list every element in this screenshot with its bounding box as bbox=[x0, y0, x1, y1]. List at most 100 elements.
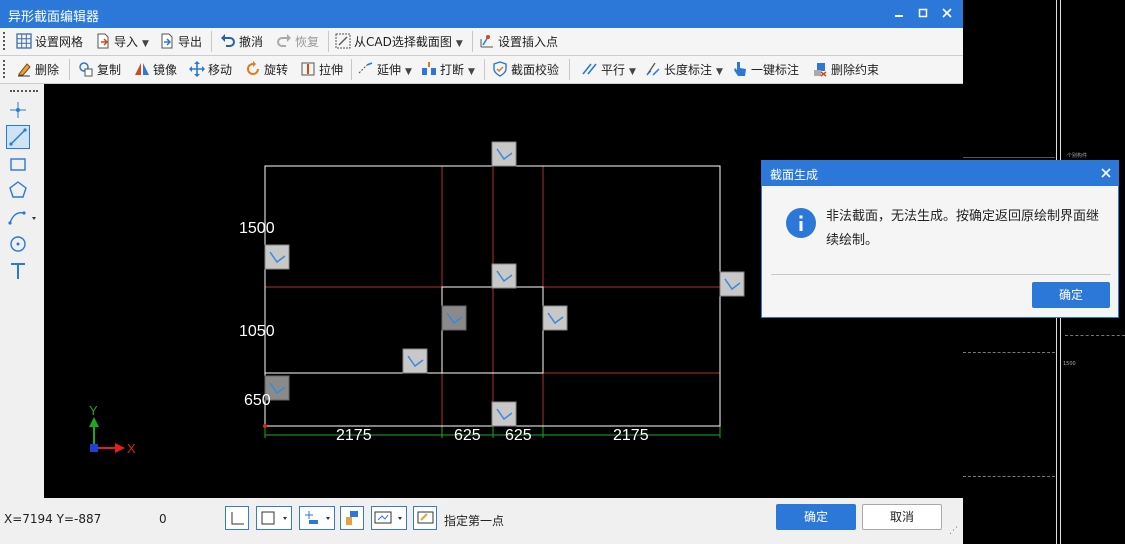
mirror-button[interactable]: 镜像 bbox=[134, 60, 177, 80]
shield-check-icon bbox=[493, 61, 507, 77]
toolbar-separator bbox=[569, 59, 570, 80]
constraint-marker-icon bbox=[719, 271, 745, 297]
line-icon bbox=[9, 128, 27, 146]
delete-button[interactable]: 删除 bbox=[16, 60, 59, 80]
display-dropdown[interactable] bbox=[371, 506, 407, 530]
set-insert-point-button[interactable]: 设置插入点 bbox=[479, 32, 558, 52]
rectangle-tool[interactable] bbox=[6, 152, 30, 176]
section-check-button[interactable]: 截面校验 bbox=[492, 60, 559, 80]
undo-button[interactable]: 撤消 bbox=[220, 32, 263, 52]
ok-button[interactable]: 确定 bbox=[776, 504, 856, 530]
section-generate-dialog: 截面生成 非法截面，无法生成。按确定返回原绘制界面继续绘制。 确定 bbox=[761, 160, 1119, 318]
redo-button[interactable]: 恢复 bbox=[276, 32, 319, 52]
panel-grip[interactable] bbox=[10, 90, 38, 93]
import-dropdown-caret[interactable]: ▼ bbox=[142, 39, 149, 49]
cad-dropdown-caret[interactable]: ▼ bbox=[456, 39, 463, 49]
break-button[interactable]: 打断 ▼ bbox=[421, 60, 475, 80]
text-tool[interactable] bbox=[6, 259, 30, 283]
coords-readout: X=7194 Y=-887 bbox=[4, 512, 102, 526]
parallel-dropdown-caret[interactable]: ▼ bbox=[629, 67, 636, 77]
title-bar: 异形截面编辑器 bbox=[0, 0, 963, 28]
dialog-title-bar: 截面生成 bbox=[762, 161, 1118, 186]
delete-constraint-button[interactable]: 删除约束 bbox=[812, 60, 879, 80]
axis-x-label: X bbox=[127, 441, 136, 456]
rotate-icon bbox=[247, 61, 259, 75]
parallel-icon bbox=[582, 63, 597, 75]
polygon-tool[interactable] bbox=[6, 178, 30, 202]
command-prompt: 指定第一点 bbox=[444, 514, 505, 528]
ortho-toggle[interactable] bbox=[225, 506, 249, 530]
line-tool[interactable] bbox=[6, 125, 30, 149]
text-icon bbox=[11, 263, 25, 279]
break-dropdown-caret[interactable]: ▼ bbox=[468, 67, 475, 77]
copy-button[interactable]: 复制 bbox=[78, 60, 121, 80]
dim-bottom-2: 625 bbox=[454, 427, 481, 444]
dim-bottom-1: 2175 bbox=[336, 427, 372, 444]
extend-dropdown-caret[interactable]: ▼ bbox=[405, 67, 412, 77]
snap-dropdown[interactable] bbox=[256, 506, 292, 530]
ortho-icon bbox=[231, 512, 244, 525]
grid-icon bbox=[16, 33, 32, 49]
toolbar-grip[interactable] bbox=[3, 32, 7, 50]
export-button[interactable]: 导出 bbox=[159, 32, 202, 52]
length-dim-button[interactable]: 长度标注 ▼ bbox=[645, 60, 723, 80]
length-dim-dropdown-caret[interactable]: ▼ bbox=[716, 67, 723, 77]
minimize-button[interactable] bbox=[889, 4, 909, 24]
window-title: 异形截面编辑器 bbox=[8, 10, 100, 25]
close-icon bbox=[942, 8, 952, 18]
circle-tool[interactable] bbox=[6, 232, 30, 256]
info-icon bbox=[786, 208, 816, 238]
dialog-ok-button[interactable]: 确定 bbox=[1032, 282, 1110, 308]
import-icon bbox=[97, 33, 109, 49]
pentagon-icon bbox=[9, 181, 27, 198]
dimension-prompt-icon bbox=[417, 511, 434, 524]
hand-pointer-icon bbox=[734, 62, 746, 76]
insert-dropdown[interactable] bbox=[299, 506, 335, 530]
rotate-button[interactable]: 旋转 bbox=[245, 60, 288, 80]
parallel-button[interactable]: 平行 ▼ bbox=[582, 60, 636, 80]
insert-point-small-icon bbox=[305, 511, 330, 524]
set-grid-button[interactable]: 设置网格 bbox=[16, 32, 83, 52]
minimize-icon bbox=[895, 15, 903, 17]
dialog-message: 非法截面，无法生成。按确定返回原绘制界面继续绘制。 bbox=[826, 209, 1100, 248]
length-dim-icon bbox=[646, 62, 660, 76]
constraint-markers bbox=[264, 141, 745, 427]
extend-button[interactable]: 延伸 ▼ bbox=[358, 60, 412, 80]
dim-bottom-4: 2175 bbox=[613, 427, 649, 444]
close-icon bbox=[1101, 168, 1111, 178]
point-tool[interactable] bbox=[6, 98, 30, 122]
prompt-icon-button[interactable] bbox=[413, 506, 437, 530]
axis-indicator: Y X bbox=[89, 403, 136, 456]
maximize-button[interactable] bbox=[913, 4, 933, 24]
cad-select-icon bbox=[335, 33, 351, 49]
origin-point bbox=[263, 424, 267, 428]
resize-grip[interactable]: ⋰ bbox=[949, 526, 958, 536]
undo-icon bbox=[221, 34, 235, 47]
background-label: 1500 bbox=[1063, 361, 1076, 367]
move-button[interactable]: 移动 bbox=[189, 60, 232, 80]
constraint-marker-icon bbox=[542, 305, 568, 331]
toolbar-edit: 删除 复制 镜像 移动 旋转 拉伸 延伸 ▼ 打断 ▼ 截面校验 平行 ▼ 长度… bbox=[0, 56, 963, 84]
dialog-title: 截面生成 bbox=[770, 168, 819, 182]
dialog-close-button[interactable] bbox=[1100, 167, 1114, 181]
one-key-dim-button[interactable]: 一键标注 bbox=[732, 60, 799, 80]
dim-left-1: 1500 bbox=[239, 220, 275, 237]
axis-y-label: Y bbox=[89, 403, 98, 418]
background-label: 个别构件 bbox=[1067, 153, 1088, 159]
copy-icon bbox=[79, 62, 93, 77]
redo-icon bbox=[277, 34, 291, 47]
object-snap-toggle[interactable] bbox=[340, 506, 364, 530]
stretch-button[interactable]: 拉伸 bbox=[300, 60, 343, 80]
circle-icon bbox=[10, 236, 26, 252]
import-button[interactable]: 导入 ▼ bbox=[95, 32, 149, 52]
close-button[interactable] bbox=[937, 4, 957, 24]
draw-tools-panel bbox=[0, 84, 44, 498]
select-from-cad-button[interactable]: 从CAD选择截面图 ▼ bbox=[335, 32, 463, 52]
toolbar-grip[interactable] bbox=[3, 60, 7, 78]
toolbar-separator bbox=[328, 31, 329, 52]
constraint-marker-icon bbox=[402, 348, 428, 374]
dim-bottom-3: 625 bbox=[505, 427, 532, 444]
polyline-tool[interactable] bbox=[6, 205, 40, 229]
constraint-marker-icon bbox=[491, 263, 517, 289]
cancel-button[interactable]: 取消 bbox=[862, 504, 942, 530]
